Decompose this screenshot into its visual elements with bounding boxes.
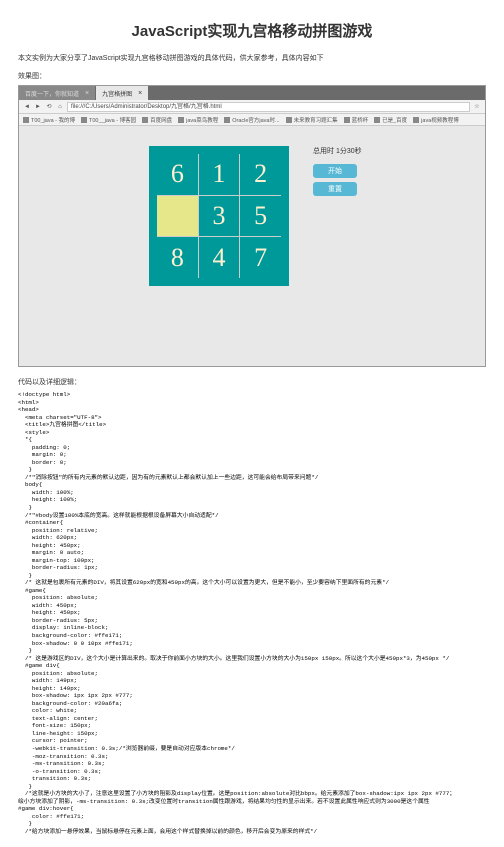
forward-icon[interactable]: ► (34, 103, 42, 111)
game-board: 6 1 2 3 5 8 4 7 (149, 146, 289, 286)
star-icon[interactable]: ☆ (473, 103, 481, 111)
home-icon[interactable]: ⌂ (56, 103, 64, 111)
back-icon[interactable]: ◄ (23, 103, 31, 111)
bookmark-icon (23, 117, 29, 123)
bookmark-item[interactable]: T00__java - 博客园 (81, 116, 136, 124)
bookmark-item[interactable]: Oracle官方java时... (224, 116, 279, 124)
tab-bar: 百度一下，你就知道× 九宫格拼图× (19, 86, 485, 100)
bookmark-bar: T00_java - 我的博 T00__java - 博客园 百度网盘 java… (19, 114, 485, 126)
start-button[interactable]: 开始 (313, 164, 357, 178)
puzzle-tile[interactable]: 6 (157, 154, 198, 195)
bookmark-item[interactable]: 未来教育习题汇集 (286, 116, 338, 124)
effect-label: 效果图： (18, 71, 486, 81)
bookmark-icon (178, 117, 184, 123)
side-panel: 总用时 1分30秒 开始 重置 (313, 146, 362, 286)
bookmark-icon (374, 117, 380, 123)
close-icon[interactable]: × (138, 90, 142, 97)
intro-text: 本文实例为大家分享了JavaScript实现九宫格移动拼图游戏的具体代码，供大家… (18, 53, 486, 63)
browser-tab-active[interactable]: 九宫格拼图× (96, 86, 148, 100)
puzzle-tile[interactable]: 4 (199, 237, 240, 278)
bookmark-item[interactable]: 蓝桥杯 (344, 116, 369, 124)
bookmark-item[interactable]: T00_java - 我的博 (23, 116, 75, 124)
code-label: 代码以及详细逻辑： (18, 377, 486, 387)
puzzle-tile[interactable]: 7 (240, 237, 281, 278)
puzzle-tile[interactable]: 5 (240, 196, 281, 237)
puzzle-tile[interactable]: 2 (240, 154, 281, 195)
url-input[interactable]: file:///C:/Users/Administrator/Desktop/九… (67, 102, 470, 112)
puzzle-tile[interactable]: 3 (199, 196, 240, 237)
bookmark-item[interactable]: 已是_百度 (374, 116, 407, 124)
timer-text: 总用时 1分30秒 (313, 146, 362, 156)
bookmark-item[interactable]: java菜鸟教程 (178, 116, 218, 124)
bookmark-icon (413, 117, 419, 123)
bookmark-icon (344, 117, 350, 123)
page-title: JavaScript实现九宫格移动拼图游戏 (18, 20, 486, 41)
puzzle-tile[interactable]: 8 (157, 237, 198, 278)
reload-icon[interactable]: ⟲ (45, 103, 53, 111)
puzzle-tile[interactable]: 1 (199, 154, 240, 195)
browser-tab[interactable]: 百度一下，你就知道× (19, 86, 95, 100)
reset-button[interactable]: 重置 (313, 182, 357, 196)
viewport: 6 1 2 3 5 8 4 7 总用时 1分30秒 开始 重置 (19, 126, 485, 366)
bookmark-icon (224, 117, 230, 123)
bookmark-icon (81, 117, 87, 123)
bookmark-item[interactable]: java视频教程博 (413, 116, 459, 124)
nav-bar: ◄ ► ⟲ ⌂ file:///C:/Users/Administrator/D… (19, 100, 485, 114)
browser-mock: 百度一下，你就知道× 九宫格拼图× ◄ ► ⟲ ⌂ file:///C:/Use… (18, 85, 486, 367)
bookmark-item[interactable]: 百度网盘 (142, 116, 172, 124)
bookmark-icon (286, 117, 292, 123)
close-icon[interactable]: × (85, 90, 89, 97)
puzzle-tile-empty[interactable] (157, 196, 198, 237)
bookmark-icon (142, 117, 148, 123)
game-container: 6 1 2 3 5 8 4 7 总用时 1分30秒 开始 重置 (149, 146, 362, 286)
code-block: <!doctype html> <html> <head> <meta char… (18, 391, 486, 835)
